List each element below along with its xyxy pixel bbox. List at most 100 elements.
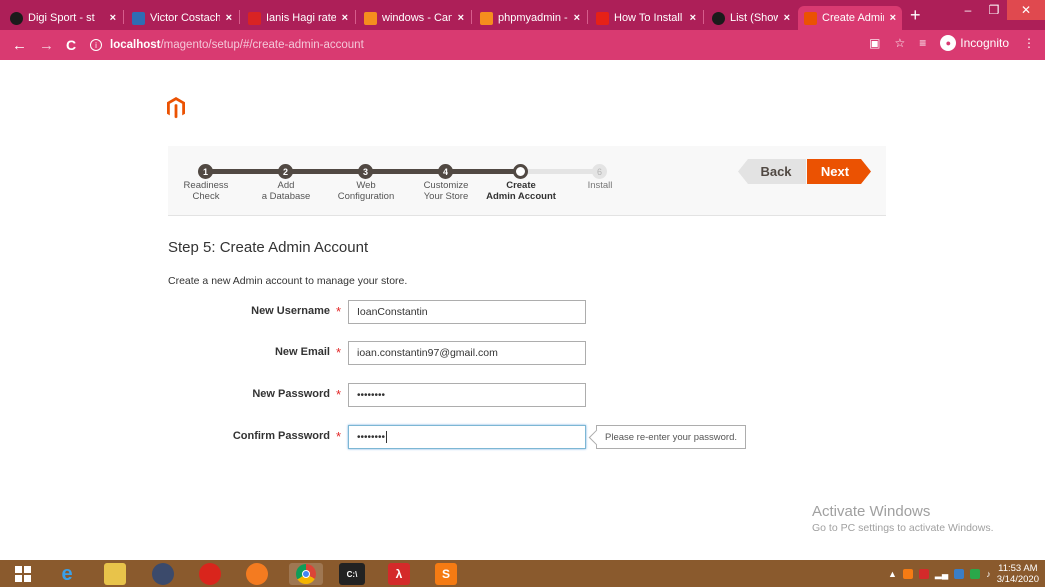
- browser-tab-strip: Digi Sport - st × Victor Costache × Iani…: [0, 0, 1045, 30]
- text-cursor: [386, 431, 388, 443]
- step-6-marker: 6: [592, 164, 607, 179]
- tab-favicon-icon: [132, 11, 145, 25]
- clock-date: 3/14/2020: [996, 574, 1039, 585]
- setup-wizard-progress: 1 Readiness Check 2 Add a Database 3 Web…: [168, 146, 886, 216]
- password-input[interactable]: ••••••••: [348, 383, 586, 407]
- url-path: /magento/setup/#/create-admin-account: [160, 39, 364, 51]
- firefox-icon[interactable]: [246, 563, 268, 585]
- forward-arrow-icon[interactable]: →: [39, 37, 54, 54]
- translate-icon[interactable]: ▣: [869, 36, 880, 50]
- incognito-label: Incognito: [960, 36, 1009, 50]
- step-3-marker: 3: [358, 164, 373, 179]
- step-6-label: Install: [587, 180, 613, 191]
- tab-favicon-icon: [712, 11, 725, 25]
- tab-favicon-icon: [596, 11, 609, 25]
- confirm-password-row: Confirm Password * •••••••• Please re-en…: [168, 425, 768, 449]
- volume-icon[interactable]: ♪: [986, 569, 991, 579]
- address-bar[interactable]: i localhost /magento/setup/#/create-admi…: [90, 35, 364, 55]
- step-5-marker-current: [513, 164, 528, 179]
- tab-title: phpmyadmin -: [498, 12, 568, 24]
- tray-app-icon[interactable]: [918, 569, 929, 579]
- internet-explorer-icon[interactable]: e: [56, 563, 78, 585]
- command-prompt-icon[interactable]: C:\: [339, 563, 365, 585]
- tab-title: List (Show) Tab: [730, 12, 778, 24]
- required-marker: *: [336, 304, 342, 319]
- next-button[interactable]: Next: [807, 159, 871, 184]
- magento-favicon-icon: [804, 11, 817, 25]
- required-marker: *: [336, 429, 342, 444]
- maximize-icon[interactable]: ❐: [981, 0, 1007, 20]
- browser-tab-active[interactable]: Create Admin A ×: [798, 6, 902, 30]
- step-1-label: Readiness Check: [183, 180, 229, 202]
- app-icon[interactable]: [152, 563, 174, 585]
- clock-time: 11:53 AM: [998, 563, 1038, 574]
- chrome-icon[interactable]: [289, 563, 323, 585]
- reading-list-icon[interactable]: ≡: [919, 36, 926, 50]
- tab-title: How To Install: [614, 12, 683, 24]
- tab-close-icon[interactable]: ×: [342, 12, 348, 24]
- sublime-text-icon[interactable]: S: [435, 563, 457, 585]
- incognito-indicator[interactable]: ● Incognito: [940, 35, 1009, 51]
- battery-icon[interactable]: [970, 569, 981, 579]
- tab-close-icon[interactable]: ×: [110, 12, 116, 24]
- tab-close-icon[interactable]: ×: [574, 12, 580, 24]
- new-tab-button[interactable]: +: [910, 5, 921, 26]
- url-host: localhost: [110, 39, 161, 51]
- back-arrow-icon[interactable]: ←: [12, 37, 27, 54]
- incognito-icon: ●: [940, 35, 957, 51]
- tab-close-icon[interactable]: ×: [690, 12, 696, 24]
- tab-favicon-icon: [480, 11, 493, 25]
- close-window-icon[interactable]: ✕: [1007, 0, 1045, 20]
- tab-title: Create Admin A: [822, 12, 884, 24]
- page-title: Step 5: Create Admin Account: [168, 239, 369, 256]
- email-label: New Email: [274, 346, 330, 358]
- confirm-password-input[interactable]: ••••••••: [348, 425, 586, 449]
- password-label: New Password: [252, 388, 330, 400]
- browser-toolbar: ← → C i localhost /magento/setup/#/creat…: [0, 30, 1045, 60]
- start-windows-icon[interactable]: [12, 563, 34, 585]
- step-2-label: Add a Database: [261, 180, 311, 202]
- tray-expand-icon[interactable]: ▲: [888, 569, 897, 579]
- taskbar-clock[interactable]: 11:53 AM 3/14/2020: [997, 563, 1039, 585]
- tab-title: Victor Costache: [150, 12, 220, 24]
- email-input[interactable]: ioan.constantin97@gmail.com: [348, 341, 586, 365]
- username-input[interactable]: IoanConstantin: [348, 300, 586, 324]
- tab-close-icon[interactable]: ×: [458, 12, 464, 24]
- tray-app-icon[interactable]: [954, 569, 965, 579]
- bookmark-star-icon[interactable]: ☆: [895, 36, 906, 50]
- system-tray: ▲ ▂▄ ♪ 11:53 AM 3/14/2020: [888, 562, 1039, 586]
- tab-close-icon[interactable]: ×: [784, 12, 790, 24]
- tray-app-icon[interactable]: [902, 569, 913, 579]
- info-icon[interactable]: i: [90, 39, 102, 51]
- step-2-marker: 2: [278, 164, 293, 179]
- reload-icon[interactable]: C: [66, 37, 76, 53]
- signal-strength-icon[interactable]: ▂▄: [935, 569, 948, 580]
- confirm-password-hint-tooltip: Please re-enter your password.: [596, 425, 747, 449]
- browser-tab[interactable]: How To Install ×: [590, 6, 702, 30]
- browser-tab[interactable]: Victor Costache ×: [126, 6, 238, 30]
- intro-text: Create a new Admin account to manage you…: [168, 275, 408, 287]
- browser-tab[interactable]: Ianis Hagi rate ×: [242, 6, 354, 30]
- tab-title: Digi Sport - st: [28, 12, 95, 24]
- tab-close-icon[interactable]: ×: [226, 12, 232, 24]
- email-row: New Email * ioan.constantin97@gmail.com: [168, 341, 768, 365]
- step-3-label: Web Configuration: [337, 180, 395, 202]
- browser-tab[interactable]: phpmyadmin - ×: [474, 6, 586, 30]
- back-button[interactable]: Back: [738, 159, 806, 184]
- opera-icon[interactable]: [199, 563, 221, 585]
- step-5-label: Create Admin Account: [486, 180, 556, 202]
- menu-kebab-icon[interactable]: ⋮: [1023, 36, 1035, 50]
- minimize-icon[interactable]: –: [955, 0, 981, 20]
- username-label: New Username: [251, 305, 330, 317]
- confirm-password-value: ••••••••: [357, 431, 386, 443]
- acrobat-icon[interactable]: λ: [388, 563, 410, 585]
- window-controls: – ❐ ✕: [955, 0, 1045, 20]
- browser-tab[interactable]: Digi Sport - st ×: [4, 6, 122, 30]
- browser-tab[interactable]: List (Show) Tab ×: [706, 6, 796, 30]
- required-marker: *: [336, 345, 342, 360]
- tab-favicon-icon: [248, 11, 261, 25]
- tab-close-icon[interactable]: ×: [890, 12, 896, 24]
- username-row: New Username * IoanConstantin: [168, 300, 768, 324]
- file-explorer-icon[interactable]: [104, 563, 126, 585]
- browser-tab[interactable]: windows - Can ×: [358, 6, 470, 30]
